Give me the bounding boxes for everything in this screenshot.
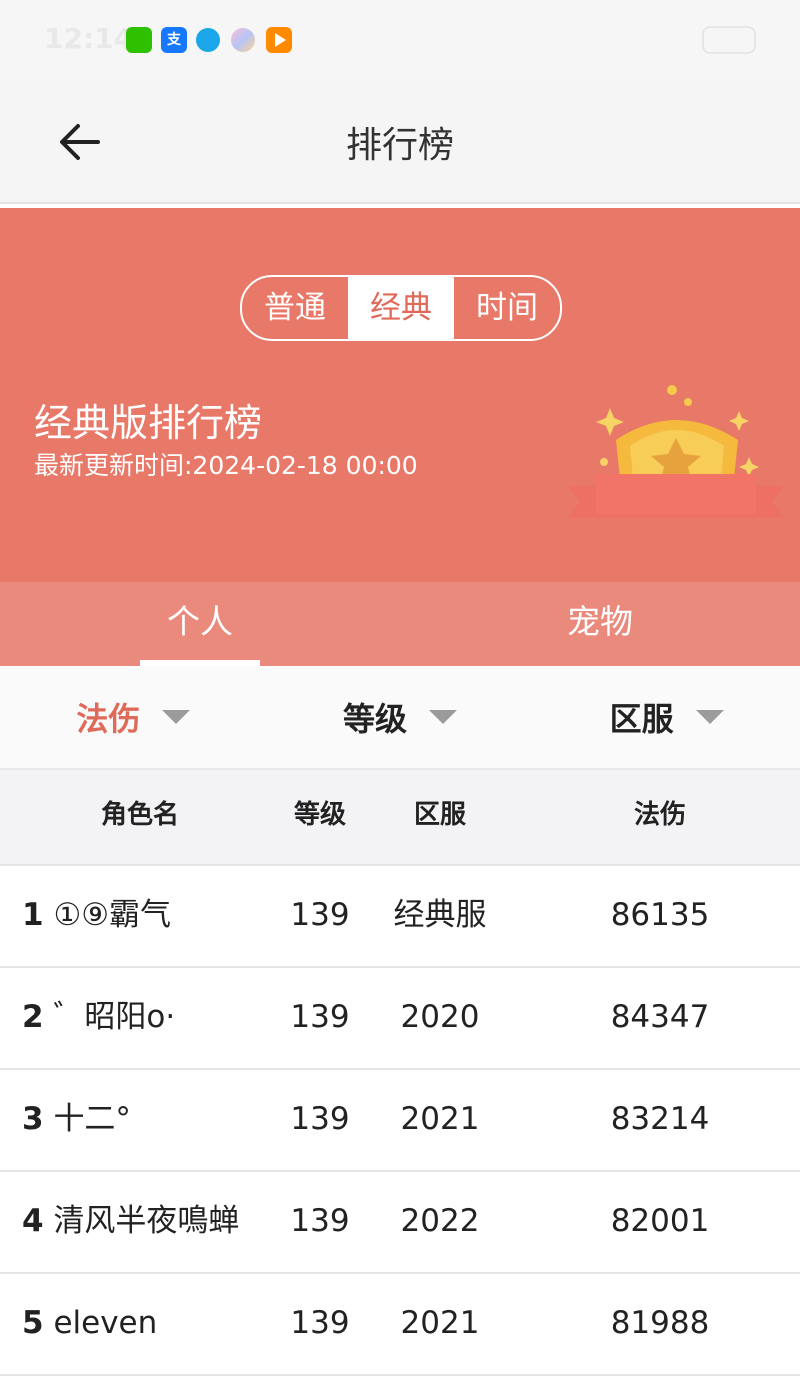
server: 2021	[400, 1305, 480, 1341]
app-header: 排行榜	[0, 78, 800, 204]
player-name: ゛昭阳o·	[53, 999, 176, 1035]
player-name: eleven	[53, 1305, 158, 1341]
wechat-icon	[126, 27, 152, 53]
alipay-icon: 支	[161, 27, 187, 53]
player-cell: 2 ゛昭阳o·	[22, 968, 175, 1066]
level: 139	[290, 1305, 350, 1341]
player-cell: 1 ①⑨霸气	[22, 866, 171, 964]
column-header-damage: 法伤	[633, 800, 686, 830]
table-row[interactable]: 2 ゛昭阳o· 139 2020 84347	[0, 968, 800, 1070]
server: 2022	[400, 1203, 480, 1239]
table-row[interactable]: 4 清风半夜鳴蝉 139 2022 82001	[0, 1172, 800, 1274]
status-indicators	[616, 24, 756, 54]
filter-bar: 法伤 等级 区服	[0, 666, 800, 770]
damage: 81988	[610, 1305, 710, 1341]
rank: 1	[22, 897, 44, 933]
level: 139	[290, 1101, 350, 1137]
triangle-down-icon	[429, 710, 458, 724]
tab-personal[interactable]: 个人	[0, 582, 400, 666]
column-header-level: 等级	[293, 800, 346, 830]
filter-label: 等级	[343, 700, 408, 738]
video-app-icon	[266, 27, 292, 53]
level: 139	[290, 999, 350, 1035]
mode-segmented-control: 普通 经典 时间	[240, 275, 562, 341]
update-time: 最新更新时间:2024-02-18 00:00	[34, 451, 418, 480]
player-cell: 4 清风半夜鳴蝉	[22, 1172, 239, 1270]
player-cell: 3 十二°	[22, 1070, 131, 1168]
column-header-server: 区服	[413, 800, 466, 830]
banner-title: 经典版排行榜	[34, 401, 263, 445]
ranking-tabs: 个人 宠物	[0, 582, 800, 666]
filter-level-dropdown[interactable]: 等级	[267, 666, 534, 768]
damage: 83214	[610, 1101, 710, 1137]
filter-label: 区服	[609, 700, 674, 738]
banner: 普通 经典 时间 经典版排行榜 最新更新时间:2024-02-18 00:00	[0, 208, 800, 582]
server: 2021	[400, 1101, 480, 1137]
player-name: 清风半夜鳴蝉	[53, 1203, 240, 1239]
level: 139	[290, 897, 350, 933]
app-icon	[196, 28, 220, 52]
table-header: 角色名 等级 区服 法伤	[0, 770, 800, 866]
app-ball-icon	[231, 28, 255, 52]
level: 139	[290, 1203, 350, 1239]
triangle-down-icon	[162, 710, 191, 724]
server: 2020	[400, 999, 480, 1035]
page-title: 排行榜	[345, 125, 454, 166]
rank: 2	[22, 999, 44, 1035]
filter-label: 法伤	[76, 700, 141, 738]
damage: 86135	[610, 897, 710, 933]
table-row[interactable]: 3 十二° 139 2021 83214	[0, 1070, 800, 1172]
segment-normal[interactable]: 普通	[242, 277, 348, 339]
damage: 84347	[610, 999, 710, 1035]
filter-server-dropdown[interactable]: 区服	[533, 666, 800, 768]
rank: 3	[22, 1101, 44, 1137]
table-row[interactable]: 5 eleven 139 2021 81988	[0, 1274, 800, 1376]
battery-icon	[702, 26, 756, 54]
triangle-down-icon	[695, 710, 724, 724]
player-cell: 5 eleven	[22, 1274, 157, 1372]
trophy-badge-icon	[568, 385, 784, 518]
filter-damage-dropdown[interactable]: 法伤	[0, 666, 267, 768]
player-name: ①⑨霸气	[53, 897, 172, 933]
server: 经典服	[393, 897, 487, 933]
column-header-name: 角色名	[100, 800, 179, 830]
status-bar: 12:14 支	[0, 0, 800, 78]
table-row[interactable]: 1 ①⑨霸气 139 经典服 86135	[0, 866, 800, 968]
rank: 5	[22, 1305, 44, 1341]
segment-classic[interactable]: 经典	[348, 277, 454, 339]
tab-pet[interactable]: 宠物	[400, 582, 800, 666]
player-name: 十二°	[53, 1101, 131, 1137]
rank: 4	[22, 1203, 44, 1239]
damage: 82001	[610, 1203, 710, 1239]
segment-time[interactable]: 时间	[454, 277, 560, 339]
status-time: 12:14	[44, 22, 134, 55]
